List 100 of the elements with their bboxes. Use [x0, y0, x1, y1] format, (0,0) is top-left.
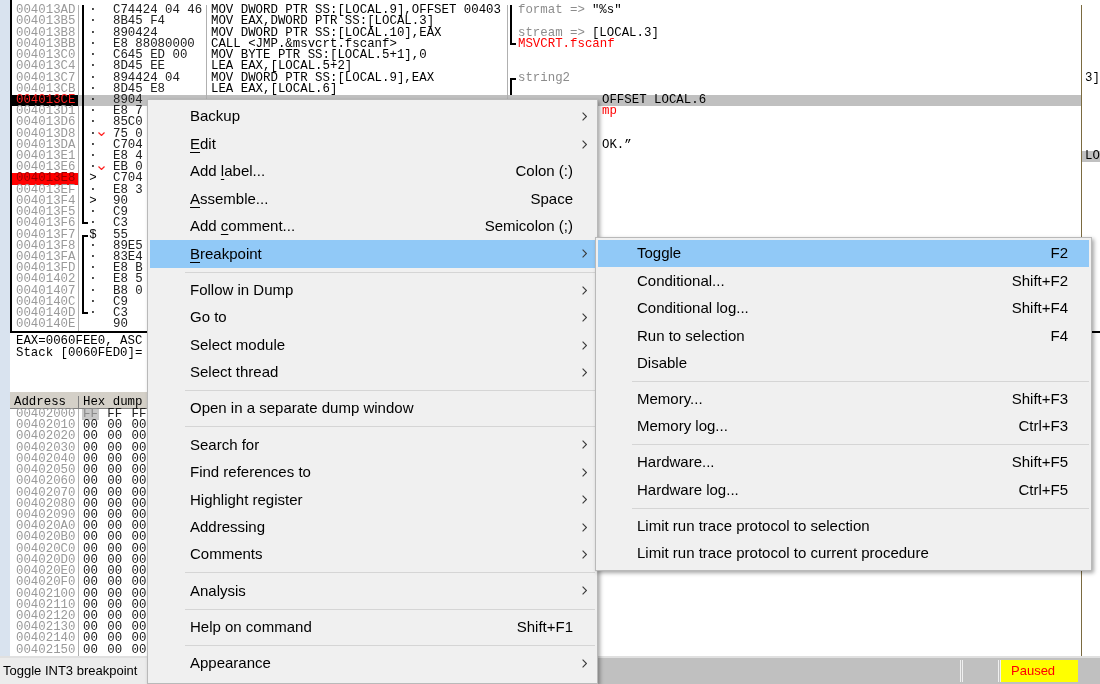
hex-byte: 00 — [82, 599, 99, 611]
menu-item[interactable]: Edit — [150, 130, 595, 158]
menu-item[interactable]: Comments — [150, 540, 595, 569]
dump-address: 00402030 — [15, 442, 77, 454]
comment-text: format => "%s" — [518, 5, 622, 17]
line-marker: · — [89, 128, 97, 140]
shortcut-text: Ctrl+F5 — [1018, 479, 1068, 500]
line-marker: · — [89, 240, 97, 252]
dump-address: 004020B0 — [15, 532, 77, 544]
hex-byte: 00 — [130, 498, 148, 510]
menu-item[interactable]: Open in a separate dump window — [150, 394, 595, 423]
shortcut-text: Shift+F2 — [1011, 270, 1068, 291]
comment-text: stream => [LOCAL.3] — [518, 27, 659, 39]
menu-item[interactable]: Select thread — [150, 358, 595, 387]
chevron-right-icon — [581, 112, 587, 122]
hex-byte: 00 — [82, 431, 99, 443]
line-marker: · — [89, 184, 97, 196]
shortcut-text: Semicolon (;) — [484, 216, 573, 237]
submenu-item[interactable]: Run to selection F4 — [598, 322, 1089, 350]
column-header[interactable]: Address — [10, 396, 79, 408]
chevron-right-icon — [581, 658, 587, 668]
instruction-text: LEA EAX,[LOCAL.6] — [211, 81, 338, 96]
chevron-right-icon — [581, 340, 587, 350]
info-text: Stack [0060FED0]= — [16, 347, 143, 359]
menu-item[interactable]: Backup — [150, 103, 595, 131]
line-marker: $ — [89, 229, 97, 241]
shortcut-text: Shift+F5 — [1011, 452, 1068, 473]
chevron-right-icon — [581, 586, 587, 596]
submenu-item[interactable]: Memory log... Ctrl+F3 — [598, 412, 1089, 441]
hex-byte: 00 — [106, 543, 124, 555]
line-marker: · — [89, 16, 97, 28]
submenu-item[interactable]: Conditional log... Shift+F4 — [598, 294, 1089, 323]
hex-byte: 00 — [106, 442, 124, 454]
line-marker: · — [89, 38, 97, 51]
line-marker: · — [89, 252, 97, 264]
dump-address: 004020F0 — [15, 577, 77, 589]
chevron-right-icon — [581, 495, 587, 505]
comment-text: MSVCRT.fscanf — [518, 38, 615, 51]
line-marker: · — [89, 106, 97, 118]
menu-item[interactable]: Appearance — [150, 649, 595, 678]
menu-item[interactable]: Add label... Colon (:) — [150, 157, 595, 186]
line-marker: · — [89, 61, 97, 73]
menu-item[interactable]: Help on command Shift+F1 — [150, 613, 595, 641]
submenu-item[interactable]: Limit run trace protocol to selection — [598, 512, 1089, 540]
status-state: Paused — [1001, 660, 1078, 682]
status-message: Toggle INT3 breakpoint — [3, 662, 138, 681]
hex-byte: 00 — [106, 633, 124, 645]
line-marker: · — [89, 263, 97, 275]
menu-item[interactable]: Select module — [150, 331, 595, 359]
hex-byte: 00 — [130, 633, 148, 645]
chevron-down-icon — [98, 165, 105, 170]
menu-item[interactable]: Find references to — [150, 458, 595, 487]
submenu-item[interactable]: Toggle F2 — [598, 240, 1089, 268]
line-marker: · — [89, 207, 97, 219]
comment-text: OK.” — [602, 139, 632, 152]
dump-address: 004020C0 — [15, 543, 77, 555]
line-marker: > — [89, 195, 97, 208]
register-text: 3] — [1084, 72, 1100, 84]
submenu-item[interactable]: Hardware... Shift+F5 — [598, 448, 1089, 477]
hex-byte: 00 — [130, 487, 148, 499]
menu-item[interactable]: Highlight register — [150, 486, 595, 514]
comment-text: mp — [602, 106, 617, 118]
shortcut-text: F4 — [1050, 325, 1068, 346]
line-marker: · — [89, 94, 97, 107]
submenu-item[interactable]: Limit run trace protocol to current procedure — [598, 539, 1089, 568]
hex-byte: 00 — [130, 476, 148, 488]
submenu-item[interactable]: Hardware log... Ctrl+F5 — [598, 476, 1089, 504]
hex-byte: 00 — [106, 588, 124, 600]
chevron-right-icon — [581, 550, 587, 560]
line-marker: · — [89, 162, 97, 174]
dump-address: 00402100 — [15, 588, 77, 600]
menu-item[interactable]: Go to — [150, 303, 595, 332]
shortcut-text: Colon (:) — [515, 161, 573, 182]
menu-item[interactable]: Assemble... Space — [150, 185, 595, 213]
menu-item[interactable]: Analysis — [150, 577, 595, 605]
hex-byte: 00 — [82, 487, 99, 499]
shortcut-text: Space — [530, 188, 573, 209]
line-marker: · — [89, 151, 97, 163]
hex-byte: 00 — [106, 577, 124, 589]
chevron-right-icon — [581, 285, 587, 295]
menu-item[interactable]: Addressing — [150, 513, 595, 541]
dump-address: 00402080 — [15, 498, 77, 510]
submenu-item[interactable]: Disable — [598, 349, 1089, 377]
hex-byte: 00 — [82, 633, 99, 645]
dump-address: 00402110 — [15, 599, 77, 611]
line-marker: · — [89, 27, 97, 39]
menu-item[interactable]: Add comment... Semicolon (;) — [150, 212, 595, 241]
submenu-item[interactable]: Memory... Shift+F3 — [598, 385, 1089, 413]
hex-byte: 00 — [130, 431, 148, 443]
chevron-right-icon — [581, 313, 587, 323]
menu-item[interactable]: Breakpoint — [150, 240, 595, 268]
menu-item[interactable]: Follow in Dump — [150, 276, 595, 304]
shortcut-text: F2 — [1050, 243, 1068, 264]
shortcut-text: Shift+F1 — [516, 616, 573, 637]
hex-byte: 00 — [106, 644, 124, 656]
hex-byte: 00 — [82, 442, 99, 454]
chevron-right-icon — [581, 467, 587, 477]
submenu-item[interactable]: Conditional... Shift+F2 — [598, 267, 1089, 295]
shortcut-text: Ctrl+F3 — [1018, 416, 1068, 437]
menu-item[interactable]: Search for — [150, 431, 595, 459]
